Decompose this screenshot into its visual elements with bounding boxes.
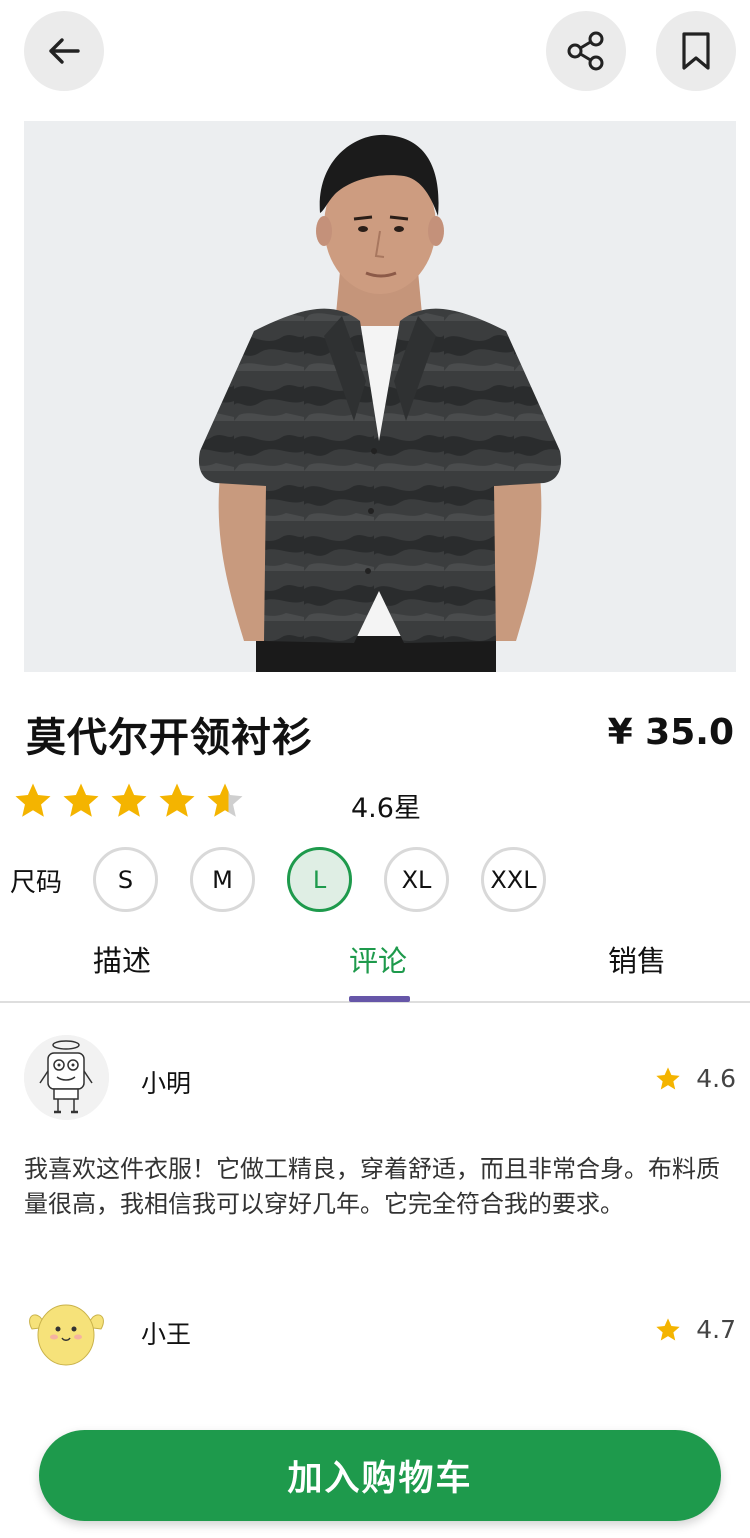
tab-sales[interactable]: 销售	[608, 938, 666, 980]
size-label: 尺码	[10, 868, 63, 898]
rating-stars	[12, 780, 246, 822]
star-icon	[207, 783, 243, 817]
star-icon	[159, 783, 195, 817]
yellow-chick-avatar-icon	[24, 1289, 109, 1374]
size-option-xxl[interactable]: XXL	[481, 847, 546, 912]
size-option-m[interactable]: M	[190, 847, 255, 912]
active-tab-indicator	[349, 996, 410, 1002]
tab-description[interactable]: 描述	[93, 938, 151, 980]
size-options: S M L XL XXL	[93, 847, 546, 912]
star-icon	[111, 783, 147, 817]
add-to-cart-button[interactable]: 加入购物车	[39, 1430, 721, 1521]
review-rating: 4.7	[654, 1315, 736, 1344]
back-button[interactable]	[24, 11, 104, 91]
star-icon	[15, 783, 51, 817]
star-icon	[63, 783, 99, 817]
star-icon	[656, 1066, 680, 1089]
bookmark-icon	[682, 32, 710, 70]
product-price: ¥ 35.0	[607, 712, 734, 753]
share-button[interactable]	[546, 11, 626, 91]
review-rating: 4.6	[654, 1064, 736, 1093]
size-option-xl[interactable]: XL	[384, 847, 449, 912]
size-option-l[interactable]: L	[287, 847, 352, 912]
star-icon	[656, 1317, 680, 1340]
tab-reviews[interactable]: 评论	[349, 938, 407, 980]
tab-bar: 描述 评论 销售	[0, 935, 750, 1003]
product-title: 莫代尔开领衬衫	[26, 715, 313, 761]
model-shirt-illustration	[24, 121, 736, 672]
spongebob-avatar-icon	[24, 1035, 109, 1120]
avatar[interactable]	[24, 1289, 109, 1374]
size-option-s[interactable]: S	[93, 847, 158, 912]
avatar[interactable]	[24, 1035, 109, 1120]
review-rating-value: 4.7	[696, 1315, 736, 1344]
review-rating-value: 4.6	[696, 1064, 736, 1093]
arrow-left-icon	[49, 38, 80, 64]
review-text: 我喜欢这件衣服！它做工精良，穿着舒适，而且非常合身。布料质量很高，我相信我可以穿…	[24, 1155, 720, 1218]
reviewer-name: 小明	[141, 1069, 192, 1098]
bookmark-button[interactable]	[656, 11, 736, 91]
rating-text: 4.6星	[351, 793, 421, 824]
reviewer-name: 小王	[141, 1320, 192, 1349]
share-icon	[567, 31, 604, 71]
product-image	[24, 121, 736, 672]
